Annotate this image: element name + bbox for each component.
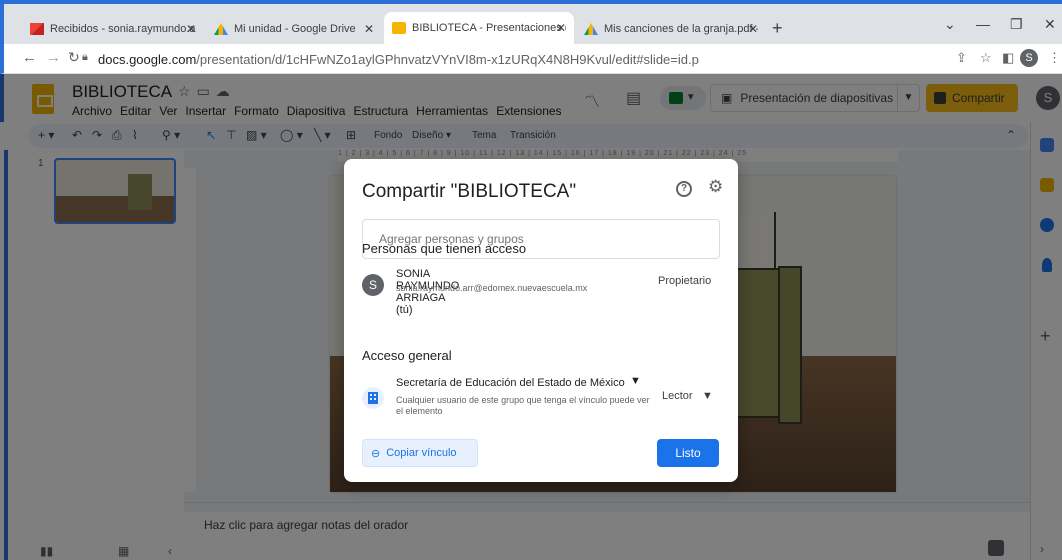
- close-icon[interactable]: ✕: [186, 22, 196, 36]
- drive-icon: [214, 23, 228, 35]
- window-close-icon[interactable]: ✕: [1044, 16, 1056, 33]
- avatar: S: [362, 274, 384, 296]
- dialog-title: Compartir "BIBLIOTECA": [362, 181, 577, 202]
- lock-icon: 🔒︎: [82, 51, 88, 63]
- address-bar: ← → ↻ 🔒︎ docs.google.com/presentation/d/…: [0, 44, 1062, 74]
- tab-label: Recibidos - sonia.raymundo.arr@: [50, 23, 196, 35]
- share-dialog: Compartir "BIBLIOTECA" ? ⚙ Personas que …: [344, 159, 738, 482]
- menu-kebab-icon[interactable]: ⋮: [1048, 50, 1061, 66]
- url-field[interactable]: docs.google.com/presentation/d/1cHFwNZo1…: [98, 52, 699, 67]
- tab-gmail[interactable]: Recibidos - sonia.raymundo.arr@ ✕: [22, 14, 204, 44]
- profile-avatar[interactable]: S: [1020, 49, 1038, 67]
- url-host: docs.google.com: [98, 52, 197, 67]
- close-icon[interactable]: ✕: [364, 22, 374, 36]
- help-icon[interactable]: ?: [676, 181, 692, 197]
- link-icon: ⊖: [371, 447, 381, 460]
- building-icon: [362, 387, 384, 409]
- close-icon[interactable]: ✕: [748, 22, 758, 36]
- drive-icon: [584, 23, 598, 35]
- forward-icon[interactable]: →: [46, 49, 61, 66]
- tab-label: Mi unidad - Google Drive: [234, 23, 356, 35]
- chevron-down-icon[interactable]: ▼: [630, 375, 641, 387]
- tab-search-icon[interactable]: ⌄: [944, 16, 956, 33]
- general-access-heading: Acceso general: [362, 348, 452, 363]
- person-role: Propietario: [658, 275, 712, 287]
- role-select[interactable]: Lector: [662, 390, 693, 402]
- new-tab-button[interactable]: +: [772, 18, 783, 39]
- person-email: sonia.raymundo.arr@edomex.nuevaescuela.m…: [396, 283, 588, 293]
- copy-link-button[interactable]: ⊖ Copiar vínculo: [362, 439, 478, 467]
- tab-strip: Recibidos - sonia.raymundo.arr@ ✕ Mi uni…: [0, 4, 1062, 44]
- access-heading: Personas que tienen acceso: [362, 241, 527, 256]
- tab-drive[interactable]: Mi unidad - Google Drive ✕: [206, 14, 382, 44]
- tab-biblioteca[interactable]: BIBLIOTECA - Presentaciones de ✕: [384, 12, 574, 44]
- slides-icon: [392, 22, 406, 34]
- url-path: /presentation/d/1cHFwNZo1aylGPhnvatzVYnV…: [196, 52, 699, 67]
- done-button[interactable]: Listo: [657, 439, 719, 467]
- tab-label: BIBLIOTECA - Presentaciones de: [412, 22, 566, 34]
- tab-pdf[interactable]: Mis canciones de la granja.pdf - ✕: [576, 14, 766, 44]
- share-page-icon[interactable]: ⇪: [956, 50, 967, 66]
- general-access-description: Cualquier usuario de este grupo que teng…: [396, 395, 650, 416]
- gmail-icon: [30, 23, 44, 35]
- side-panel-icon[interactable]: ◧: [1002, 50, 1014, 66]
- restore-icon[interactable]: ❐: [1010, 16, 1023, 33]
- close-icon[interactable]: ✕: [556, 21, 566, 35]
- gear-icon[interactable]: ⚙: [708, 177, 723, 197]
- tab-label: Mis canciones de la granja.pdf -: [604, 23, 758, 35]
- minimize-icon[interactable]: —: [976, 16, 990, 32]
- back-icon[interactable]: ←: [22, 49, 37, 66]
- general-access-select[interactable]: Secretaría de Educación del Estado de Mé…: [396, 377, 625, 389]
- reload-icon[interactable]: ↻: [68, 49, 80, 66]
- chevron-down-icon[interactable]: ▼: [702, 390, 713, 402]
- bookmark-star-icon[interactable]: ☆: [980, 50, 992, 66]
- copy-link-label: Copiar vínculo: [386, 447, 457, 459]
